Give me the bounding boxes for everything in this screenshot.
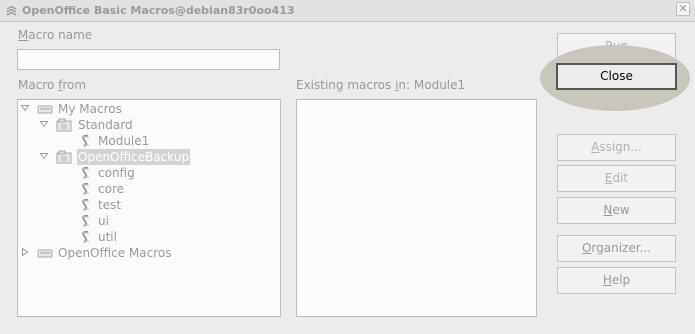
existing-macros-label-pre: Existing macros	[296, 78, 396, 92]
tree-item-label-selected: OpenOfficeBackup	[77, 149, 191, 165]
macro-from-label-rest: rom	[62, 78, 87, 92]
assign-button-label: ssign...	[599, 140, 642, 154]
collapse-arrow-icon[interactable]	[21, 248, 29, 256]
help-button-label: elp	[611, 273, 631, 287]
basic-module-icon	[82, 230, 89, 243]
help-button[interactable]: Help	[557, 267, 676, 294]
library-container-icon	[37, 105, 53, 114]
new-button[interactable]: New	[557, 197, 676, 224]
expand-arrow-icon[interactable]	[40, 152, 48, 160]
expand-arrow-icon[interactable]	[40, 120, 48, 128]
tree-item-util[interactable]: util	[18, 229, 280, 245]
tree-item-label: config	[98, 166, 135, 180]
basic-module-icon	[82, 182, 89, 195]
existing-macros-label-rest: n: Module1	[398, 78, 466, 92]
tree-item-label: ui	[98, 214, 109, 228]
title-bar: OpenOffice Basic Macros@debian83r0oo413 …	[0, 0, 695, 22]
macro-name-input[interactable]	[17, 49, 280, 70]
close-button-label: Close	[600, 69, 633, 83]
library-icon	[56, 118, 72, 132]
macro-name-label: Macro name	[18, 28, 92, 42]
tree-item-label: core	[98, 182, 124, 196]
close-button[interactable]: Close	[556, 63, 677, 90]
window-menu-icon[interactable]	[6, 6, 17, 16]
tree-item-test[interactable]: test	[18, 197, 280, 213]
tree-item-label: OpenOffice Macros	[58, 246, 172, 260]
organizer-button-mnemonic: O	[581, 241, 592, 255]
tree-item-label: My Macros	[58, 102, 122, 116]
macro-name-label-mnemonic: M	[18, 28, 29, 42]
edit-button[interactable]: Edit	[557, 165, 676, 192]
macro-from-label-pre: Macro	[18, 78, 59, 92]
edit-button-label: dit	[612, 171, 629, 185]
macro-from-label: Macro from	[18, 78, 86, 92]
macro-library-tree[interactable]: My Macros Standard Module1 OpenOfficeBac…	[17, 99, 281, 317]
tree-item-label: util	[98, 230, 117, 244]
tree-item-label: Module1	[98, 134, 150, 148]
basic-module-icon	[82, 198, 89, 211]
tree-item-openoffice-macros[interactable]: OpenOffice Macros	[18, 245, 280, 261]
existing-macros-list[interactable]	[296, 99, 537, 317]
basic-module-icon	[82, 166, 89, 179]
new-button-label: ew	[612, 203, 630, 217]
tree-item-my-macros[interactable]: My Macros	[18, 101, 280, 117]
basic-module-icon	[82, 134, 89, 147]
window-title: OpenOffice Basic Macros@debian83r0oo413	[22, 4, 295, 17]
organizer-button-label: rganizer...	[591, 241, 652, 255]
tree-item-openofficebackup[interactable]: OpenOfficeBackup	[18, 149, 280, 165]
tree-item-module1[interactable]: Module1	[18, 133, 280, 149]
library-icon	[56, 150, 72, 164]
tree-item-ui[interactable]: ui	[18, 213, 280, 229]
macro-name-label-rest: acro name	[28, 28, 93, 42]
basic-module-icon	[82, 214, 89, 227]
tree-item-label: Standard	[78, 118, 133, 132]
library-container-icon	[37, 249, 53, 258]
tree-item-label: test	[98, 198, 122, 212]
window-close-button[interactable]: ✕	[676, 2, 690, 16]
assign-button[interactable]: Assign...	[557, 134, 676, 161]
tree-item-core[interactable]: core	[18, 181, 280, 197]
tree-item-standard[interactable]: Standard	[18, 117, 280, 133]
help-button-mnemonic: H	[602, 273, 612, 287]
organizer-button[interactable]: Organizer...	[557, 235, 676, 262]
existing-macros-label: Existing macros in: Module1	[296, 78, 465, 92]
expand-arrow-icon[interactable]	[21, 104, 29, 112]
tree-item-config[interactable]: config	[18, 165, 280, 181]
